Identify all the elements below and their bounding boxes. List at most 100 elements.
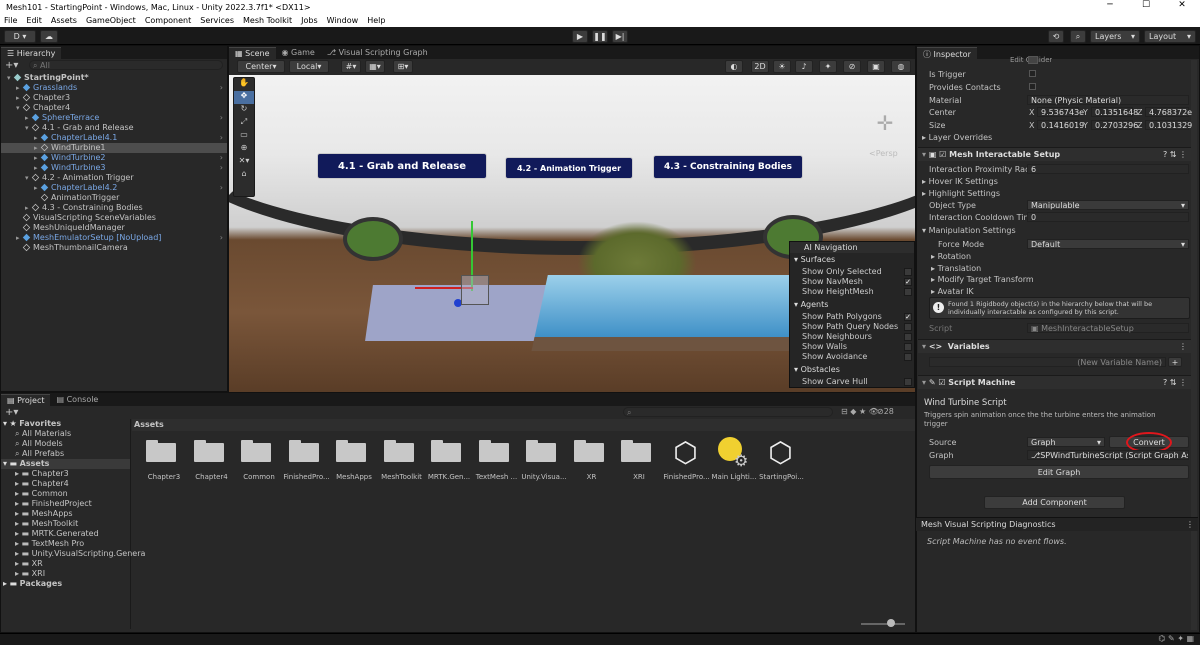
pivot-dropdown[interactable]: Center ▾	[237, 60, 285, 73]
gizmos-icon[interactable]: ◍	[891, 60, 911, 73]
variables-header[interactable]: ▾ <> Variables ⋮	[918, 339, 1191, 353]
menu-item-gameobject[interactable]: GameObject	[86, 16, 136, 25]
project-filter-icons[interactable]: ⊟ ◆ ★ 👁	[841, 407, 879, 416]
assets-breadcrumb[interactable]: Assets	[132, 419, 915, 431]
tab-hierarchy[interactable]: ☰ Hierarchy	[1, 47, 62, 59]
camera-icon[interactable]: ▣	[867, 60, 885, 73]
hierarchy-item[interactable]: ▾ 4.1 - Grab and Release	[1, 123, 227, 133]
hierarchy-item[interactable]: ▸ ChapterLabel4.1 ›	[1, 133, 227, 143]
lighting-icon[interactable]: ☀	[773, 60, 791, 73]
chevron-right-icon[interactable]: ▸	[34, 183, 41, 193]
menu-item-window[interactable]: Window	[327, 16, 359, 25]
custom-tool-icon[interactable]: ✕▾	[234, 156, 254, 169]
grid-icon[interactable]: ▦▾	[365, 60, 385, 73]
project-tree-item[interactable]: ▸ ▬ Chapter4	[1, 479, 130, 489]
nav-section-header[interactable]: ▾ Agents	[794, 300, 828, 309]
layer-overrides-foldout[interactable]: ▸ Layer Overrides	[922, 133, 992, 142]
chevron-down-icon[interactable]: ▾	[25, 173, 32, 183]
asset-tile[interactable]: XR	[572, 433, 612, 483]
force-mode-dropdown[interactable]: Default ▾	[1027, 239, 1189, 249]
nav-option-row[interactable]: Show NavMesh ✓	[802, 277, 912, 286]
new-variable-name-input[interactable]: (New Variable Name)	[929, 357, 1166, 367]
add-component-button[interactable]: Add Component	[984, 496, 1125, 509]
size-z-field[interactable]: 0.1031329	[1145, 120, 1192, 130]
mi-subfoldout[interactable]: ▸ Translation	[931, 264, 981, 273]
nav-option-checkbox[interactable]	[904, 378, 912, 386]
hierarchy-item[interactable]: AnimationTrigger	[1, 193, 227, 203]
asset-tile[interactable]: Unity.Visua...	[521, 433, 567, 483]
hierarchy-item[interactable]: ▸ 4.3 - Constraining Bodies	[1, 203, 227, 213]
asset-tile[interactable]: MeshToolkit	[381, 433, 422, 483]
project-tree-item[interactable]: ▸ ▬ Unity.VisualScripting.Genera	[1, 549, 145, 559]
asset-tile[interactable]: Chapter3	[144, 433, 184, 483]
hierarchy-item[interactable]: ▸ MeshEmulatorSetup [NoUpload] ›	[1, 233, 227, 243]
nav-section-header[interactable]: ▾ Surfaces	[794, 255, 835, 264]
asset-tile[interactable]: ⚙ Main Lighti...	[711, 433, 757, 483]
hierarchy-item[interactable]: ▾ Chapter4	[1, 103, 227, 113]
prefab-open-icon[interactable]: ›	[220, 153, 223, 163]
tab-scene[interactable]: ▦ Scene	[229, 47, 276, 59]
asset-tile[interactable]: Chapter4	[192, 433, 232, 483]
graph-field[interactable]: ⎇SPWindTurbineScript (Script Graph Asse	[1027, 450, 1189, 460]
project-tree-item[interactable]: ▸ ▬ Chapter3	[1, 469, 130, 479]
source-dropdown[interactable]: Graph ▾	[1027, 437, 1105, 447]
chevron-right-icon[interactable]: ▸	[16, 233, 23, 243]
nav-option-row[interactable]: Show Only Selected	[802, 267, 912, 276]
project-tree-item[interactable]: ▸ ▬ MRTK.Generated	[1, 529, 130, 539]
chevron-right-icon[interactable]: ▸	[34, 153, 41, 163]
chevron-down-icon[interactable]: ▾	[25, 123, 32, 133]
edit-graph-button[interactable]: Edit Graph	[929, 465, 1189, 479]
add-variable-button[interactable]: +	[1168, 357, 1182, 367]
scale-tool-icon[interactable]: ⤢	[234, 117, 254, 130]
script-machine-description[interactable]: Triggers spin animation once the the tur…	[924, 411, 1174, 429]
project-tree-item[interactable]: ▾ ▬ Assets	[1, 459, 130, 469]
center-x-field[interactable]: 9.536743e	[1037, 107, 1084, 117]
nav-option-checkbox[interactable]	[904, 343, 912, 351]
project-tree-item[interactable]: ▸ ▬ MeshApps	[1, 509, 130, 519]
project-tree-item[interactable]: ▸ ▬ FinishedProject	[1, 499, 130, 509]
tab-inspector[interactable]: ⓘ Inspector	[917, 47, 977, 59]
menu-item-services[interactable]: Services	[200, 16, 234, 25]
hierarchy-item[interactable]: ▸ WindTurbine3 ›	[1, 163, 227, 173]
hierarchy-item[interactable]: ▸ Grasslands ›	[1, 83, 227, 93]
move-tool-icon[interactable]: ✥	[234, 91, 254, 104]
audio-icon[interactable]: ♪	[795, 60, 813, 73]
diagnostics-menu-icon[interactable]: ⋮	[1186, 518, 1194, 532]
grid-snap-icon[interactable]: #▾	[341, 60, 361, 73]
menu-item-file[interactable]: File	[4, 16, 17, 25]
chevron-right-icon[interactable]: ▸	[34, 143, 41, 153]
inspector-scrollbar[interactable]	[1191, 60, 1197, 630]
hierarchy-item[interactable]: ▸ WindTurbine2 ›	[1, 153, 227, 163]
hidden-objects-icon[interactable]: ⊘	[843, 60, 861, 73]
project-search-input[interactable]: ⌕	[623, 407, 833, 417]
mesh-interactable-header[interactable]: ▾ ▣ ☑ Mesh Interactable Setup ? ⇅ ⋮	[918, 147, 1191, 161]
persp-label[interactable]: <Persp	[869, 149, 898, 158]
hierarchy-item[interactable]: ▾ StartingPoint*	[1, 73, 227, 83]
nav-option-checkbox[interactable]	[904, 333, 912, 341]
chevron-right-icon[interactable]: ▸	[25, 203, 32, 213]
cloud-icon[interactable]: ☁	[40, 30, 58, 43]
script-machine-menu-icons[interactable]: ? ⇅ ⋮	[1163, 376, 1187, 389]
play-icon[interactable]: ▶	[572, 30, 588, 43]
chapter-label-4-1[interactable]: 4.1 - Grab and Release	[317, 153, 487, 179]
add-icon[interactable]: +▾	[5, 60, 18, 71]
mi-field-label[interactable]: ▸ Hover IK Settings	[922, 177, 998, 186]
project-tree-item[interactable]: ⌕ All Models	[1, 439, 130, 449]
search-icon[interactable]: ⌕	[1070, 30, 1086, 43]
component-enabled-checkbox[interactable]: ☑	[939, 150, 946, 159]
prefab-open-icon[interactable]: ›	[220, 183, 223, 193]
space-dropdown[interactable]: Local ▾	[289, 60, 329, 73]
component-menu-icons[interactable]: ? ⇅ ⋮	[1163, 148, 1187, 161]
orientation-gizmo[interactable]: ✛	[865, 103, 905, 143]
menu-item-component[interactable]: Component	[145, 16, 191, 25]
toggle-2d-button[interactable]: 2D	[751, 60, 769, 73]
hierarchy-item[interactable]: ▸ WindTurbine1	[1, 143, 227, 153]
history-icon[interactable]: ⟲	[1048, 30, 1064, 43]
project-tree-item[interactable]: ▸ ▬ MeshToolkit	[1, 519, 130, 529]
chevron-right-icon[interactable]: ▸	[16, 93, 23, 103]
project-tree-item[interactable]: ▸ ▬ XR	[1, 559, 130, 569]
mi-dropdown[interactable]: Manipulable ▾	[1027, 200, 1189, 210]
transform-tool-icon[interactable]: ⊕	[234, 143, 254, 156]
mi-subfoldout[interactable]: ▸ Rotation	[931, 252, 971, 261]
chevron-right-icon[interactable]: ▸	[34, 133, 41, 143]
